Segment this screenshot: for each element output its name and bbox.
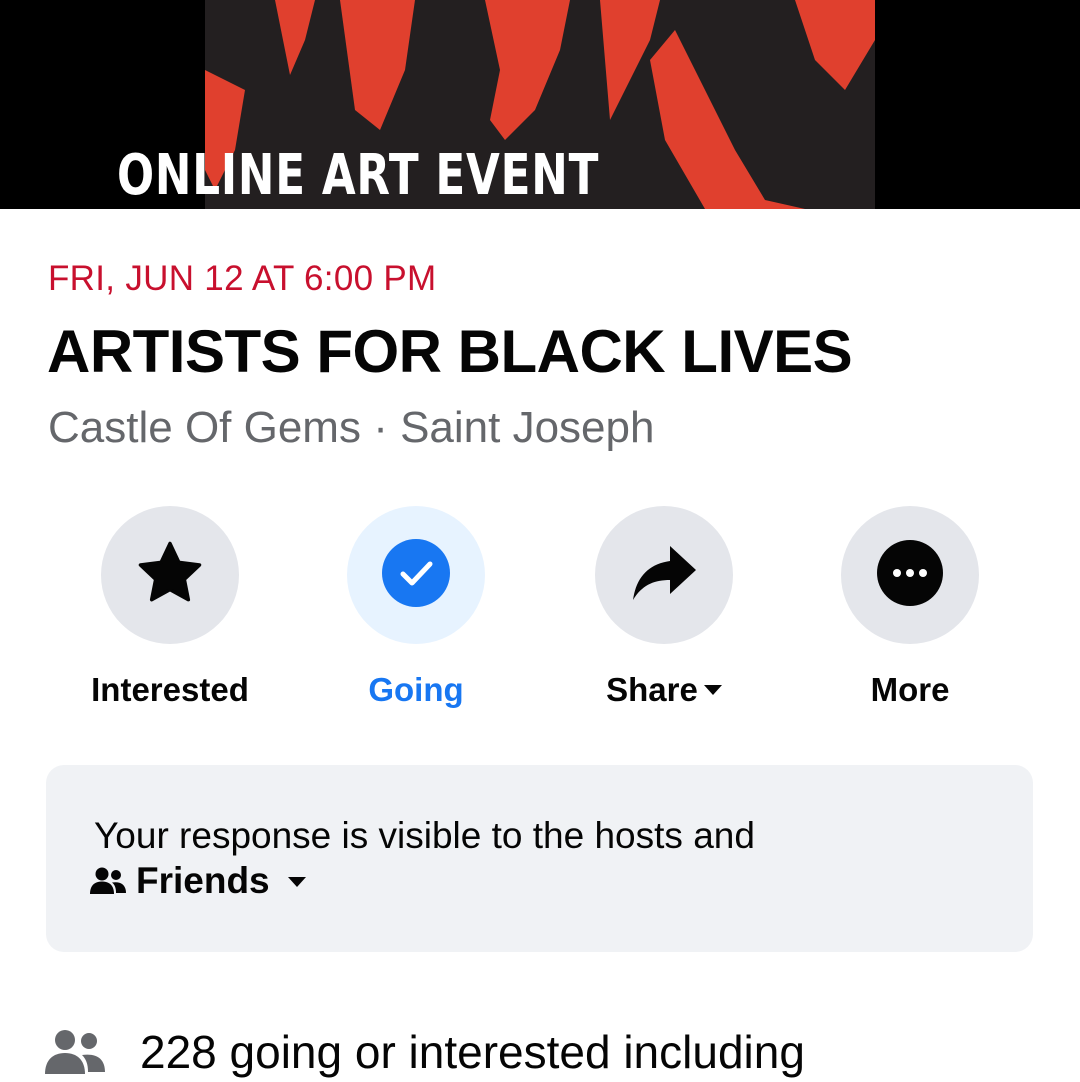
attendance-text: 228 going or interested including [140, 1026, 805, 1078]
audience-dropdown-caret-icon [287, 877, 306, 887]
event-location[interactable]: Castle Of Gems · Saint Joseph [48, 403, 654, 453]
interested-label: Interested [91, 671, 249, 708]
response-visibility-panel: Your response is visible to the hosts an… [46, 765, 1033, 952]
going-circle[interactable] [347, 506, 485, 644]
people-icon [45, 1028, 107, 1076]
interested-button[interactable]: Interested [70, 506, 270, 716]
more-button[interactable]: More [810, 506, 1010, 716]
going-button[interactable]: Going [316, 506, 516, 716]
audience-selector[interactable]: Friends [90, 860, 306, 902]
cover-title-text: ONLINE ART EVENT [117, 143, 600, 208]
event-date: FRI, JUN 12 AT 6:00 PM [48, 259, 437, 298]
more-circle[interactable] [841, 506, 979, 644]
star-icon [135, 540, 205, 611]
attendance-row[interactable]: 228 going or interested including [45, 1022, 805, 1082]
share-label: Share [564, 671, 764, 709]
share-button[interactable]: Share [564, 506, 764, 716]
more-dots-icon [876, 539, 944, 612]
more-label: More [870, 671, 950, 708]
visibility-text: Your response is visible to the hosts an… [94, 815, 755, 856]
check-circle-icon [381, 538, 451, 613]
friends-icon [90, 866, 126, 896]
share-circle[interactable] [595, 506, 733, 644]
event-cover-image[interactable]: ONLINE ART EVENT [0, 0, 1080, 209]
audience-label: Friends [136, 860, 270, 901]
event-title: ARTISTS FOR BLACK LIVES [47, 318, 853, 385]
share-arrow-icon [630, 544, 698, 607]
share-dropdown-caret-icon [703, 685, 722, 696]
interested-circle[interactable] [101, 506, 239, 644]
going-label: Going [368, 671, 464, 708]
